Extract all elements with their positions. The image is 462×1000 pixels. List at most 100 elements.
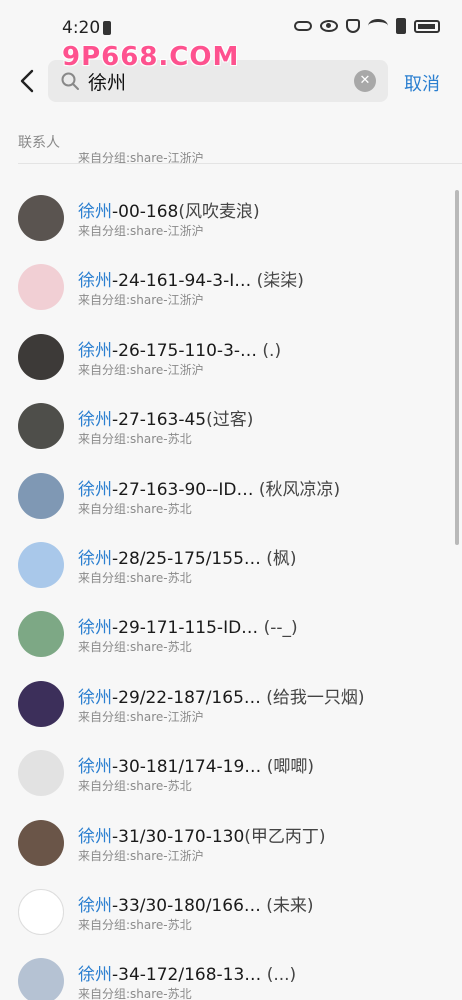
contact-name: 徐州-28/25-175/155… (枫) <box>78 544 448 569</box>
contact-avatar <box>18 888 64 935</box>
contact-list-item[interactable]: 徐州-00-168(风吹麦浪) 来自分组:share-江浙沪 <box>0 170 462 241</box>
contact-name-rest: -27-163-45 <box>112 410 207 431</box>
search-icon <box>61 72 79 90</box>
contact-list-item[interactable]: 徐州-31/30-170-130(甲乙丙丁) 来自分组:share-江浙沪 <box>0 795 462 866</box>
contact-avatar <box>18 958 64 1000</box>
contact-nickname: (--_) <box>258 618 298 639</box>
contact-name: 徐州-27-163-90--ID… (秋风凉凉) <box>78 475 448 500</box>
contact-name: 徐州-27-163-45(过客) <box>78 405 448 430</box>
contact-nickname: (过客) <box>206 410 254 431</box>
contact-name-match-highlight: 徐州 <box>78 757 112 778</box>
contact-avatar <box>18 195 64 241</box>
watermark-logo: 9P668.COM <box>62 42 240 72</box>
contact-name-match-highlight: 徐州 <box>78 271 112 292</box>
contact-avatar <box>18 611 64 658</box>
contact-nickname: (未来) <box>260 895 314 916</box>
contact-avatar <box>18 264 64 311</box>
contact-group: 来自分组:share-苏北 <box>78 570 192 585</box>
contact-name-match-highlight: 徐州 <box>78 618 112 639</box>
contact-name-match-highlight: 徐州 <box>78 410 112 431</box>
contact-name: 徐州-00-168(风吹麦浪) <box>78 197 448 222</box>
contact-name: 徐州-30-181/174-19… (唧唧) <box>78 752 448 777</box>
contact-name-rest: -29-171-115-ID… <box>112 618 259 639</box>
back-button[interactable] <box>14 66 44 96</box>
contact-name-match-highlight: 徐州 <box>78 479 112 500</box>
contact-list-item[interactable]: 徐州-29-171-115-ID… (--_) 来自分组:share-苏北 <box>0 586 462 658</box>
contact-group: 来自分组:share-苏北 <box>78 917 192 932</box>
scrollbar[interactable] <box>455 190 459 545</box>
contact-name-rest: -28/25-175/155… <box>112 548 261 569</box>
contact-avatar <box>18 333 64 380</box>
contact-name-match-highlight: 徐州 <box>78 202 112 222</box>
contact-nickname: (秋风凉凉) <box>253 479 341 500</box>
contact-avatar <box>18 819 64 866</box>
cancel-button[interactable]: 取消 <box>404 70 440 96</box>
battery-icon <box>414 19 440 33</box>
contact-nickname: (...) <box>261 965 297 986</box>
wifi-icon <box>368 19 388 33</box>
mute-bell-icon <box>346 19 360 33</box>
contact-name: 徐州-24-161-94-3-I… (柒柒) <box>78 266 448 291</box>
clear-icon[interactable]: ✕ <box>354 70 376 92</box>
contact-avatar <box>18 680 64 727</box>
contact-group: 来自分组:share-江浙沪 <box>78 293 204 308</box>
contact-group: 来自分组:share-苏北 <box>78 432 192 447</box>
contact-name-match-highlight: 徐州 <box>78 687 112 708</box>
contact-group: 来自分组:share-苏北 <box>78 501 192 516</box>
status-time: 4:20 <box>62 18 101 38</box>
contact-nickname: (风吹麦浪) <box>178 202 260 222</box>
contact-name: 徐州-29-171-115-ID… (--_) <box>78 613 448 638</box>
contact-list-item[interactable]: 徐州-33/30-180/166… (未来) 来自分组:share-苏北 <box>0 864 462 935</box>
eye-icon <box>320 20 338 32</box>
contact-name-rest: -00-168 <box>112 202 179 222</box>
contact-name-rest: -34-172/168-13… <box>112 965 262 986</box>
contact-nickname: (枫) <box>260 548 297 569</box>
contact-group: 来自分组:share-苏北 <box>78 640 192 655</box>
contact-list-item[interactable]: 徐州-27-163-45(过客) 来自分组:share-苏北 <box>0 378 462 450</box>
contact-avatar <box>18 750 64 797</box>
contact-nickname: (甲乙丙丁) <box>244 826 326 847</box>
contact-group: 来自分组:share-苏北 <box>78 987 192 1000</box>
contact-name-match-highlight: 徐州 <box>78 895 112 916</box>
status-icons <box>294 18 440 34</box>
contact-name-match-highlight: 徐州 <box>78 826 112 847</box>
contact-avatar <box>18 472 64 519</box>
contact-name-match-highlight: 徐州 <box>78 340 112 361</box>
alert-icon <box>396 18 406 34</box>
contact-name-match-highlight: 徐州 <box>78 965 112 986</box>
contact-name-rest: -27-163-90--ID… <box>112 479 254 500</box>
contact-nickname: (.) <box>257 340 282 361</box>
contact-name: 徐州-31/30-170-130(甲乙丙丁) <box>78 822 448 847</box>
contact-list-item[interactable]: 徐州-27-163-90--ID… (秋风凉凉) 来自分组:share-苏北 <box>0 448 462 519</box>
contact-group: 来自分组:share-江浙沪 <box>78 848 204 863</box>
contact-list-item[interactable]: 徐州-24-161-94-3-I… (柒柒) 来自分组:share-江浙沪 <box>0 239 462 311</box>
contact-list-item[interactable]: 徐州-34-172/168-13… (...) 来自分组:share-苏北 <box>0 933 462 1000</box>
contact-list-item[interactable]: 徐州-30-181/174-19… (唧唧) 来自分组:share-苏北 <box>0 725 462 797</box>
contact-nickname: (唧唧) <box>261 757 314 778</box>
contact-avatar <box>18 541 64 588</box>
contact-name: 徐州-33/30-180/166… (未来) <box>78 891 448 916</box>
contact-name-match-highlight: 徐州 <box>78 548 112 569</box>
contact-name-rest: -30-181/174-19… <box>112 757 262 778</box>
contact-group: 来自分组:share-江浙沪 <box>78 224 204 238</box>
contact-nickname: (给我一只烟) <box>260 687 365 708</box>
contact-group: 来自分组:share-苏北 <box>78 779 192 794</box>
contact-name: 徐州-34-172/168-13… (...) <box>78 960 448 985</box>
contact-list-item[interactable]: 徐州-29/22-187/165… (给我一只烟) 来自分组:share-江浙沪 <box>0 656 462 727</box>
contact-list: 徐州-00-168(风吹麦浪) 来自分组:share-江浙沪 徐州-24-161-9… <box>0 170 462 1000</box>
divider <box>18 163 462 164</box>
contact-group: 来自分组:share-江浙沪 <box>78 362 204 377</box>
contact-list-item[interactable]: 徐州-26-175-110-3-… (.) 来自分组:share-江浙沪 <box>0 309 462 380</box>
contact-name-rest: -29/22-187/165… <box>112 687 261 708</box>
section-label-contacts: 联系人 <box>18 135 60 151</box>
key-icon <box>294 21 312 31</box>
contact-list-item[interactable]: 徐州-28/25-175/155… (枫) 来自分组:share-苏北 <box>0 517 462 588</box>
contact-name-rest: -24-161-94-3-I… <box>112 271 252 292</box>
contact-name-rest: -33/30-180/166… <box>112 895 261 916</box>
contact-name-rest: -26-175-110-3-… <box>112 340 258 361</box>
contact-name: 徐州-29/22-187/165… (给我一只烟) <box>78 683 448 708</box>
contact-nickname: (柒柒) <box>251 271 304 292</box>
contact-name: 徐州-26-175-110-3-… (.) <box>78 336 448 361</box>
chevron-left-icon <box>20 69 34 93</box>
notification-alert-icon <box>103 21 111 35</box>
